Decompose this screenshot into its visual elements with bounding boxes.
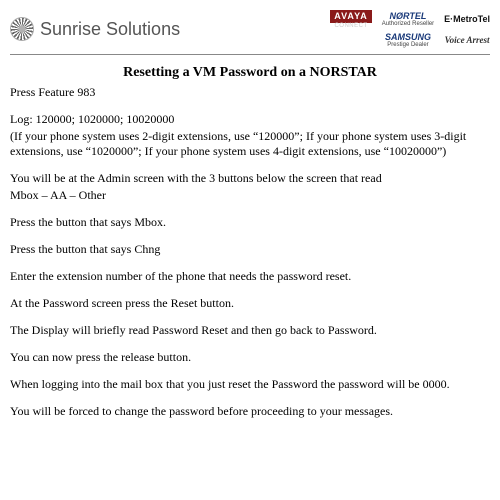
partner-logos: AVAYA CONNECT NØRTEL Authorized Reseller… <box>330 10 490 48</box>
partner-nortel-sub: Authorized Reseller <box>382 21 434 27</box>
step-chng: Press the button that says Chng <box>10 242 490 257</box>
partner-voicearrest: Voice Arrest <box>444 36 490 45</box>
step-mbox: Press the button that says Mbox. <box>10 215 490 230</box>
page-title: Resetting a VM Password on a NORSTAR <box>10 65 490 81</box>
partner-samsung-main: SAMSUNG <box>382 33 434 42</box>
step-change-pw: You will be forced to change the passwor… <box>10 404 490 419</box>
step-admin-screen: You will be at the Admin screen with the… <box>10 171 490 186</box>
instructions-body: Press Feature 983 Log: 120000; 1020000; … <box>10 85 490 419</box>
partner-voicearrest-main: Voice Arrest <box>444 36 490 45</box>
step-reset: At the Password screen press the Reset b… <box>10 296 490 311</box>
page-header: Sunrise Solutions AVAYA CONNECT NØRTEL A… <box>10 10 490 55</box>
step-log-codes: Log: 120000; 1020000; 10020000 <box>10 112 490 127</box>
partner-nortel-main: NØRTEL <box>382 12 434 21</box>
step-release: You can now press the release button. <box>10 350 490 365</box>
brand-text: Sunrise Solutions <box>40 19 180 40</box>
step-extension: Enter the extension number of the phone … <box>10 269 490 284</box>
partner-avaya-sub: CONNECT <box>330 23 372 29</box>
partner-avaya-main: AVAYA <box>330 10 372 23</box>
partner-nortel: NØRTEL Authorized Reseller <box>382 12 434 27</box>
sunburst-icon <box>10 17 34 41</box>
partner-samsung-sub: Prestige Dealer <box>382 42 434 48</box>
step-display: The Display will briefly read Password R… <box>10 323 490 338</box>
partner-emetrotel: E·MetroTel <box>444 15 490 24</box>
step-log-explain: (If your phone system uses 2-digit exten… <box>10 129 490 159</box>
partner-emetrotel-main: E·MetroTel <box>444 15 490 24</box>
partner-samsung: SAMSUNG Prestige Dealer <box>382 33 434 48</box>
partner-avaya: AVAYA CONNECT <box>330 10 372 29</box>
step-default-pw: When logging into the mail box that you … <box>10 377 490 392</box>
brand-logo: Sunrise Solutions <box>10 17 180 41</box>
step-admin-buttons: Mbox – AA – Other <box>10 188 490 203</box>
step-feature: Press Feature 983 <box>10 85 490 100</box>
